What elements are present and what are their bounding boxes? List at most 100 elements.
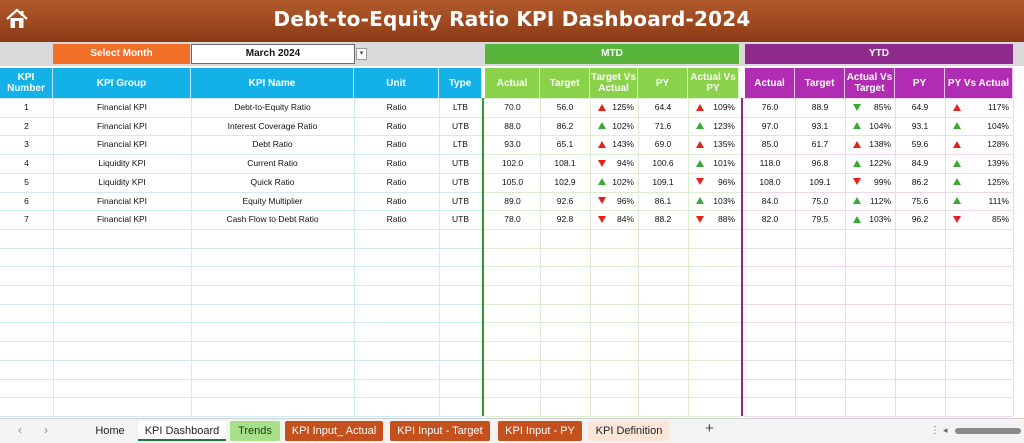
cell-mtd-tva[interactable]: 125% (590, 98, 638, 116)
sheet-tab-trends[interactable]: Trends (230, 421, 280, 441)
cell-mtd-tva[interactable]: 94% (590, 154, 638, 172)
cell-unit[interactable]: Ratio (354, 210, 439, 228)
cell-mtd-actual[interactable]: 70.0 (485, 98, 540, 116)
cell-ytd-target[interactable]: 109.1 (795, 173, 845, 191)
cell-mtd-py[interactable]: 71.6 (638, 117, 688, 135)
month-dropdown[interactable]: March 2024 (191, 44, 355, 64)
cell-unit[interactable]: Ratio (354, 192, 439, 210)
cell-type[interactable]: UTB (439, 210, 482, 228)
cell-mtd-py[interactable]: 88.2 (638, 210, 688, 228)
cell-name[interactable]: Debt Ratio (191, 135, 354, 153)
cell-unit[interactable]: Ratio (354, 98, 439, 116)
cell-mtd-actual[interactable]: 89.0 (485, 192, 540, 210)
cell-mtd-actual[interactable]: 105.0 (485, 173, 540, 191)
cell-name[interactable]: Equity Multiplier (191, 192, 354, 210)
cell-ytd-actual[interactable]: 84.0 (745, 192, 795, 210)
cell-ytd-target[interactable]: 96.8 (795, 154, 845, 172)
cell-ytd-actual[interactable]: 76.0 (745, 98, 795, 116)
cell-ytd-py[interactable]: 75.6 (895, 192, 945, 210)
cell-mtd-avp[interactable]: 135% (688, 135, 739, 153)
cell-ytd-target[interactable]: 61.7 (795, 135, 845, 153)
cell-mtd-tva[interactable]: 102% (590, 173, 638, 191)
cell-unit[interactable]: Ratio (354, 117, 439, 135)
sheet-tab-kpi-input-py[interactable]: KPI Input - PY (498, 421, 582, 441)
dropdown-arrow-icon[interactable]: ▾ (356, 48, 367, 60)
sheet-tab-kpi-input-target[interactable]: KPI Input - Target (390, 421, 490, 441)
cell-ytd-actual[interactable]: 108.0 (745, 173, 795, 191)
cell-ytd-pva[interactable]: 128% (945, 135, 1013, 153)
cell-num[interactable]: 4 (0, 154, 53, 172)
cell-group[interactable]: Financial KPI (53, 192, 191, 210)
sheet-tab-kpi-input-actual[interactable]: KPI Input_ Actual (285, 421, 383, 441)
cell-mtd-avp[interactable]: 101% (688, 154, 739, 172)
sheet-tab-kpi-dashboard[interactable]: KPI Dashboard (138, 421, 226, 441)
cell-num[interactable]: 7 (0, 210, 53, 228)
cell-num[interactable]: 2 (0, 117, 53, 135)
cell-name[interactable]: Cash Flow to Debt Ratio (191, 210, 354, 228)
cell-mtd-py[interactable]: 109.1 (638, 173, 688, 191)
cell-ytd-pva[interactable]: 111% (945, 192, 1013, 210)
cell-group[interactable]: Liquidity KPI (53, 154, 191, 172)
cell-num[interactable]: 6 (0, 192, 53, 210)
cell-ytd-py[interactable]: 93.1 (895, 117, 945, 135)
cell-ytd-actual[interactable]: 97.0 (745, 117, 795, 135)
cell-num[interactable]: 3 (0, 135, 53, 153)
prev-sheet-icon[interactable]: ‹ (18, 423, 22, 437)
cell-name[interactable]: Debt-to-Equity Ratio (191, 98, 354, 116)
next-sheet-icon[interactable]: › (44, 423, 48, 437)
cell-mtd-target[interactable]: 65.1 (540, 135, 590, 153)
cell-num[interactable]: 1 (0, 98, 53, 116)
cell-ytd-avt[interactable]: 112% (845, 192, 895, 210)
cell-type[interactable]: UTB (439, 173, 482, 191)
sheet-tab-home[interactable]: Home (85, 421, 135, 441)
cell-ytd-actual[interactable]: 118.0 (745, 154, 795, 172)
cell-ytd-target[interactable]: 79.5 (795, 210, 845, 228)
scroll-left-icon[interactable]: ◂ (943, 425, 948, 436)
cell-unit[interactable]: Ratio (354, 154, 439, 172)
cell-mtd-target[interactable]: 102.9 (540, 173, 590, 191)
cell-mtd-py[interactable]: 64.4 (638, 98, 688, 116)
cell-group[interactable]: Financial KPI (53, 135, 191, 153)
more-options-icon[interactable]: ⋮ (930, 425, 940, 436)
cell-type[interactable]: LTB (439, 98, 482, 116)
cell-mtd-actual[interactable]: 78.0 (485, 210, 540, 228)
cell-ytd-avt[interactable]: 122% (845, 154, 895, 172)
cell-unit[interactable]: Ratio (354, 173, 439, 191)
cell-type[interactable]: UTB (439, 117, 482, 135)
cell-ytd-py[interactable]: 86.2 (895, 173, 945, 191)
cell-ytd-pva[interactable]: 117% (945, 98, 1013, 116)
cell-name[interactable]: Interest Coverage Ratio (191, 117, 354, 135)
cell-name[interactable]: Quick Ratio (191, 173, 354, 191)
horizontal-scrollbar[interactable] (955, 428, 1021, 434)
cell-type[interactable]: UTB (439, 192, 482, 210)
cell-ytd-target[interactable]: 93.1 (795, 117, 845, 135)
cell-mtd-tva[interactable]: 143% (590, 135, 638, 153)
cell-mtd-target[interactable]: 86.2 (540, 117, 590, 135)
cell-num[interactable]: 5 (0, 173, 53, 191)
cell-ytd-target[interactable]: 88.9 (795, 98, 845, 116)
cell-ytd-target[interactable]: 75.0 (795, 192, 845, 210)
cell-ytd-py[interactable]: 84.9 (895, 154, 945, 172)
cell-mtd-actual[interactable]: 93.0 (485, 135, 540, 153)
cell-mtd-target[interactable]: 92.6 (540, 192, 590, 210)
cell-mtd-py[interactable]: 86.1 (638, 192, 688, 210)
cell-mtd-target[interactable]: 92.8 (540, 210, 590, 228)
cell-mtd-py[interactable]: 69.0 (638, 135, 688, 153)
cell-ytd-pva[interactable]: 139% (945, 154, 1013, 172)
sheet-tab-kpi-definition[interactable]: KPI Definition (588, 421, 670, 441)
cell-ytd-avt[interactable]: 103% (845, 210, 895, 228)
cell-ytd-py[interactable]: 59.6 (895, 135, 945, 153)
cell-ytd-actual[interactable]: 82.0 (745, 210, 795, 228)
cell-mtd-actual[interactable]: 102.0 (485, 154, 540, 172)
cell-mtd-target[interactable]: 108.1 (540, 154, 590, 172)
cell-mtd-actual[interactable]: 88.0 (485, 117, 540, 135)
cell-mtd-avp[interactable]: 96% (688, 173, 739, 191)
cell-mtd-avp[interactable]: 103% (688, 192, 739, 210)
cell-type[interactable]: LTB (439, 135, 482, 153)
add-sheet-icon[interactable]: + (705, 420, 714, 437)
cell-mtd-tva[interactable]: 84% (590, 210, 638, 228)
cell-ytd-avt[interactable]: 85% (845, 98, 895, 116)
cell-type[interactable]: UTB (439, 154, 482, 172)
cell-ytd-actual[interactable]: 85.0 (745, 135, 795, 153)
cell-ytd-pva[interactable]: 85% (945, 210, 1013, 228)
